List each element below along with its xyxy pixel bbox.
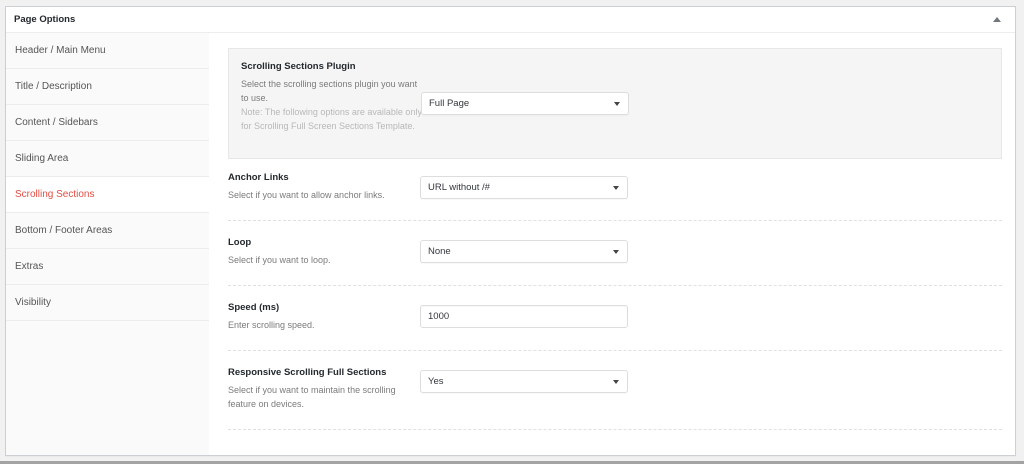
loop-description: Select if you want to loop. xyxy=(228,253,406,267)
tab-header-main-menu[interactable]: Header / Main Menu xyxy=(6,33,209,69)
tab-bottom-footer-areas[interactable]: Bottom / Footer Areas xyxy=(6,213,209,249)
dropdown-arrow-icon xyxy=(613,380,619,384)
responsive-select-value: Yes xyxy=(428,376,444,387)
tab-content-sidebars[interactable]: Content / Sidebars xyxy=(6,105,209,141)
responsive-select[interactable]: Yes xyxy=(420,370,628,393)
dropdown-arrow-icon xyxy=(613,186,619,190)
tab-scrolling-sections[interactable]: Scrolling Sections xyxy=(6,177,209,213)
tab-visibility[interactable]: Visibility xyxy=(6,285,209,321)
loop-row: Loop Select if you want to loop. None xyxy=(228,221,1002,286)
options-panel: Scrolling Sections Plugin Select the scr… xyxy=(209,33,1015,455)
plugin-section-box: Scrolling Sections Plugin Select the scr… xyxy=(228,48,1002,159)
page-options-metabox: Page Options Header / Main Menu Title / … xyxy=(5,6,1016,456)
responsive-description: Select if you want to maintain the scrol… xyxy=(228,383,406,411)
speed-row: Speed (ms) Enter scrolling speed. xyxy=(228,286,1002,351)
plugin-select-value: Full Page xyxy=(429,98,469,109)
metabox-header[interactable]: Page Options xyxy=(6,7,1015,33)
plugin-field-label: Scrolling Sections Plugin xyxy=(241,61,989,72)
anchor-links-select-value: URL without /# xyxy=(428,182,490,193)
metabox-title: Page Options xyxy=(14,14,75,25)
anchor-links-description: Select if you want to allow anchor links… xyxy=(228,188,406,202)
speed-input[interactable] xyxy=(420,305,628,328)
tab-extras[interactable]: Extras xyxy=(6,249,209,285)
loop-select-value: None xyxy=(428,246,451,257)
plugin-select[interactable]: Full Page xyxy=(421,92,629,115)
metabox-body: Header / Main Menu Title / Description C… xyxy=(6,33,1015,455)
responsive-row: Responsive Scrolling Full Sections Selec… xyxy=(228,351,1002,430)
plugin-field-description: Select the scrolling sections plugin you… xyxy=(241,77,419,105)
anchor-links-row: Anchor Links Select if you want to allow… xyxy=(228,172,1002,221)
dropdown-arrow-icon xyxy=(613,250,619,254)
collapse-toggle-button[interactable] xyxy=(991,15,1003,24)
options-tab-list: Header / Main Menu Title / Description C… xyxy=(6,33,209,455)
loop-select[interactable]: None xyxy=(420,240,628,263)
speed-description: Enter scrolling speed. xyxy=(228,318,406,332)
anchor-links-select[interactable]: URL without /# xyxy=(420,176,628,199)
plugin-field-note: Note: The following options are availabl… xyxy=(241,105,423,133)
dropdown-arrow-icon xyxy=(614,102,620,106)
tab-title-description[interactable]: Title / Description xyxy=(6,69,209,105)
tab-sliding-area[interactable]: Sliding Area xyxy=(6,141,209,177)
collapse-arrow-icon xyxy=(993,17,1001,22)
